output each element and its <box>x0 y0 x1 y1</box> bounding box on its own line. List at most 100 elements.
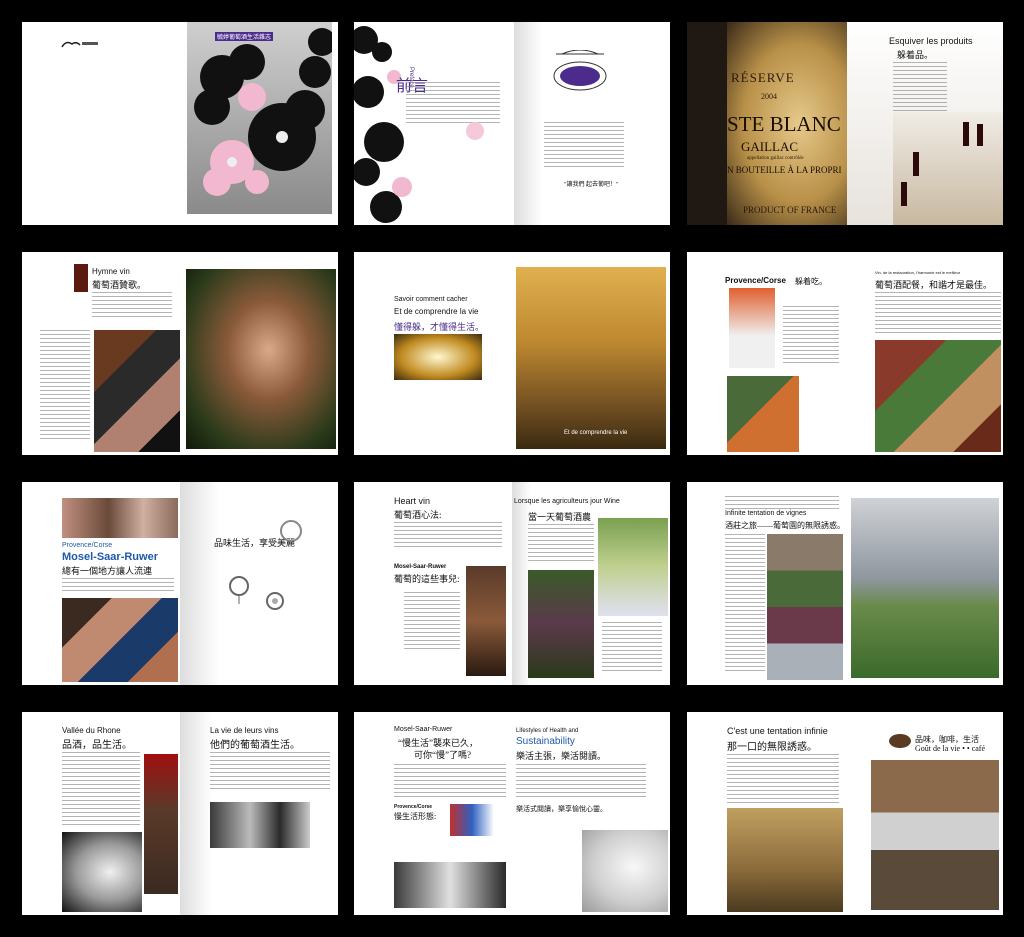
flower-border-art <box>354 22 414 225</box>
cafe-building-photo <box>727 808 843 912</box>
mosel-title-zh: 總有一個地方讓人流連 <box>62 566 153 576</box>
provence-right-page: Vin, de la restauration, l'harmonie est … <box>847 252 1003 455</box>
preface-body-text <box>406 82 500 126</box>
people-collage <box>62 498 178 538</box>
spread-hymne: Hymne vin 葡萄酒贊歌。 <box>22 252 338 455</box>
savoir-title-fr1: Savoir comment cacher <box>394 296 468 303</box>
heart-title-fr: Heart vin <box>394 496 431 506</box>
cover-left-page <box>22 22 180 225</box>
provence-right-zh: 葡萄酒配餐，和諧才是最佳。 <box>875 280 993 290</box>
slow-sub-fr: Provence/Corse <box>394 804 433 810</box>
dining-photos <box>394 862 506 908</box>
rhone-title-fr: Vallée du Rhone <box>62 726 121 735</box>
spread-provence: Provence/Corse 躲着吃。 Vin, de la restaurat… <box>687 252 1003 455</box>
heart-sub-fr: Mosel-Saar-Ruwer <box>394 564 447 570</box>
slow-right-fr1: Lifestyles of Health and <box>516 728 579 734</box>
slow-title-fr: Mosel-Saar-Ruwer <box>394 726 453 733</box>
label-appellation: appellation gaillac contrôlée <box>747 156 804 161</box>
spread-savoir: Savoir comment cacher Et de comprendre l… <box>354 252 670 455</box>
heart-text <box>394 522 502 548</box>
pink-flower-icon <box>466 122 484 140</box>
grape-picker-photo <box>598 518 668 616</box>
provence-title-fr: Provence/Corse <box>725 276 786 285</box>
hymne-intro-text <box>92 292 172 320</box>
cafe-title-fr: C'est une tentation infinie <box>727 726 828 736</box>
hymne-photo-grid <box>94 330 180 452</box>
heart-photos <box>466 566 506 676</box>
hymne-side-text <box>40 330 90 440</box>
provence-right-text <box>875 292 1001 336</box>
rhone-right-page: La vie de leurs vins 他們的葡萄酒生活。 <box>180 712 338 915</box>
cafe-right-page: 品味，咖啡，生活 Goût de la vie • • café <box>845 712 1003 915</box>
vignes-right-page <box>845 482 1003 685</box>
vignes-text <box>725 534 765 674</box>
provence-text <box>783 306 839 366</box>
slow-sub-zh: 慢生活形態: <box>394 812 437 821</box>
savoir-title-fr2: Et de comprendre la vie <box>394 307 479 316</box>
heart-sub-zh: 葡萄的這些事兒: <box>394 574 460 584</box>
slow-life-left-page: Mosel-Saar-Ruwer “慢生活”襲來已久， 可你“慢”了嗎? Pro… <box>354 712 512 915</box>
cafe-text <box>727 754 839 804</box>
esquiver-right-page: Esquiver les produits 躲着品。 <box>847 22 1003 225</box>
rhone-right-fr: La vie de leurs vins <box>210 726 279 735</box>
ballerina-restaurant-photo <box>516 267 666 449</box>
savoir-title-zh: 懂得躲，才懂得生活。 <box>394 322 485 332</box>
people-photos <box>210 802 310 848</box>
vignes-intro-text <box>725 496 839 510</box>
slow-title-zh2: 可你“慢”了嗎? <box>414 750 471 760</box>
vignes-title-fr: Infinite tentation de vignes <box>725 510 807 517</box>
preface-right-page: "讓我們 起去葡吧！" <box>514 22 670 225</box>
spread-mosel: Provence/Corse Mosel-Saar-Ruwer 總有一個地方讓人… <box>22 482 338 685</box>
ring-jewelry-icon <box>280 520 302 542</box>
heart-left-page: Heart vin 葡萄酒心法: Mosel-Saar-Ruwer 葡萄的這些事… <box>354 482 512 685</box>
savoir-caption: Et de comprendre la vie <box>564 430 628 436</box>
hymne-bottle-photo <box>74 264 88 292</box>
savoir-right-page: Et de comprendre la vie <box>514 252 670 455</box>
label-region: GAILLAC <box>741 139 799 154</box>
cafe-photo-grid <box>871 760 999 910</box>
pasta-photos <box>727 376 799 452</box>
rhone-right-text <box>210 752 330 792</box>
rhone-left-page: Vallée du Rhone 品酒，品生活。 <box>22 712 180 915</box>
vignes-title-zh: 酒莊之旅——葡萄園的無限誘惑。 <box>725 521 845 530</box>
reading-woman-photo <box>582 830 668 912</box>
mosel-photo-grid <box>62 598 178 682</box>
hymne-left-page: Hymne vin 葡萄酒贊歌。 <box>22 252 180 455</box>
provence-left-page: Provence/Corse 躲着吃。 <box>687 252 845 455</box>
rhone-right-zh: 他們的葡萄酒生活。 <box>210 740 300 751</box>
esquiver-title-fr: Esquiver les produits <box>889 36 973 46</box>
slow-right-zh: 樂活主張，樂活閱讀。 <box>516 751 607 761</box>
esquiver-left-page: RÉSERVE 2004 STE BLANC GAILLAC appellati… <box>687 22 847 225</box>
provence-title-zh: 躲着吃。 <box>795 277 827 286</box>
preface-right-text <box>544 122 624 170</box>
esquiver-title-zh: 躲着品。 <box>897 50 934 60</box>
food-photo-grid <box>875 340 1001 452</box>
vineyard-photos <box>528 570 594 678</box>
wine-tasting-photo <box>62 832 142 912</box>
cover-art <box>187 22 336 214</box>
heart-box-text <box>602 622 662 672</box>
spread-slow-life: Mosel-Saar-Ruwer “慢生活”襲來已久， 可你“慢”了嗎? Pro… <box>354 712 670 915</box>
slow-text <box>394 764 506 800</box>
lily-photo <box>394 334 482 380</box>
label-name: STE BLANC <box>727 112 841 136</box>
cover-right-page: 毓婷葡萄酒生活雜志 <box>187 22 338 225</box>
spread-cafe: C'est une tentation infinie 那一口的無限誘惑。 品味… <box>687 712 1003 915</box>
mosel-text <box>62 578 174 594</box>
heart-right-zh: 當一天葡萄酒農 <box>528 512 592 522</box>
slow-right-text <box>516 764 646 798</box>
label-product: PRODUCT OF FRANCE <box>743 205 837 215</box>
wine-bottles-photo <box>893 112 1003 225</box>
heart-right-page: Lorsque les agriculteurs jour Wine 當一天葡萄… <box>512 482 670 685</box>
esquiver-body-text <box>893 62 947 112</box>
logo <box>60 36 100 48</box>
shop-sign-art <box>552 49 608 92</box>
earring-jewelry-icon <box>226 574 252 604</box>
spread-heart: Heart vin 葡萄酒心法: Mosel-Saar-Ruwer 葡萄的這些事… <box>354 482 670 685</box>
label-reserve: RÉSERVE <box>731 70 795 85</box>
diamond-jewelry-icon <box>264 590 286 612</box>
spread-preface: 前言 Preface "讓我們 起去葡吧！" <box>354 22 670 225</box>
hymne-title-fr: Hymne vin <box>92 267 130 276</box>
mosel-title-big: Mosel-Saar-Ruwer <box>62 551 158 563</box>
mosel-left-page: Provence/Corse Mosel-Saar-Ruwer 總有一個地方讓人… <box>22 482 180 685</box>
